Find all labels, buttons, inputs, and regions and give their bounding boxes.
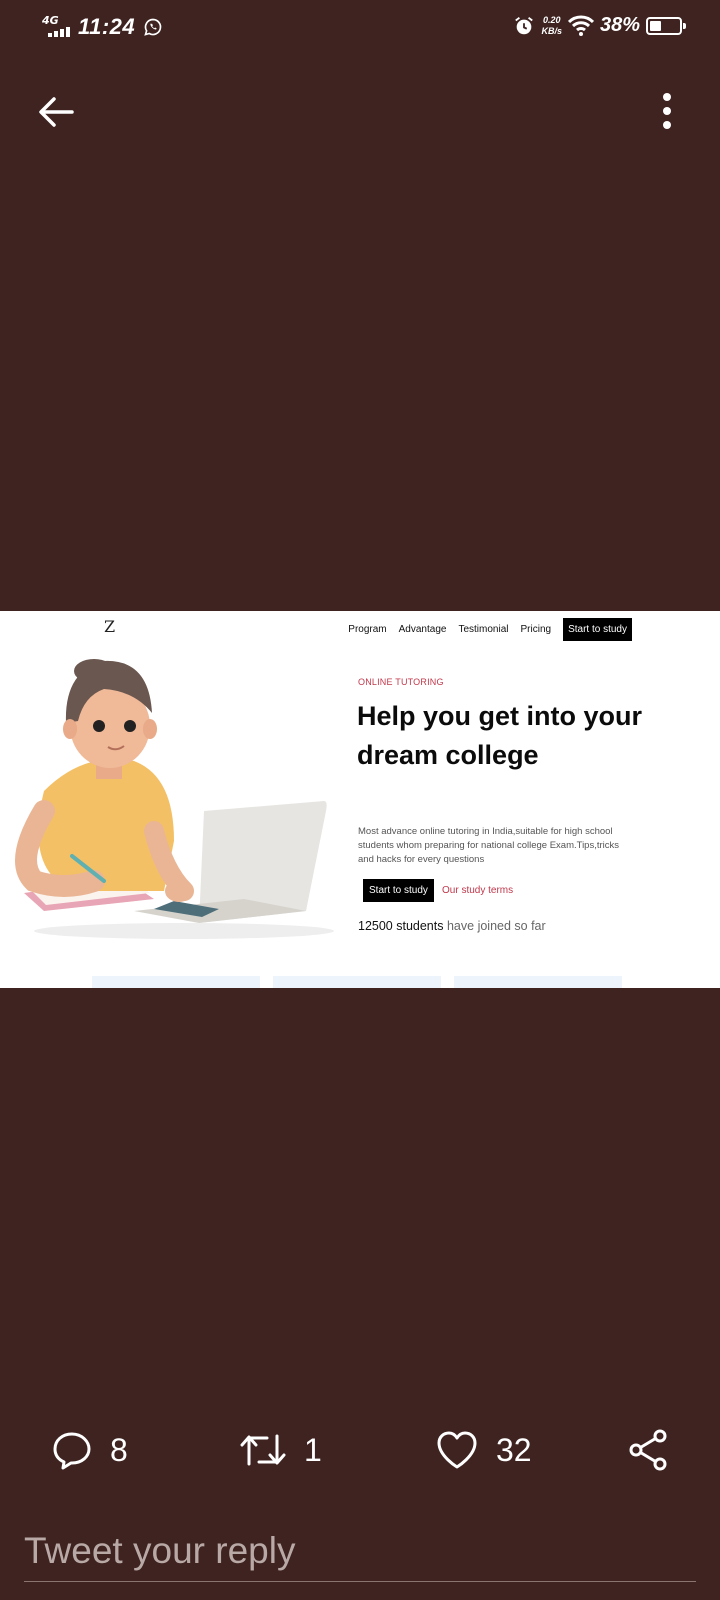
nav-cta-button: Start to study — [563, 618, 632, 641]
reply-count: 8 — [110, 1431, 128, 1468]
network-type: 4G — [42, 14, 59, 27]
nav-item-testimonial: Testimonial — [458, 624, 509, 635]
speed-value: 0.20 — [542, 14, 561, 25]
feature-card — [92, 976, 260, 988]
share-icon — [629, 1429, 667, 1471]
nav-item-program: Program — [348, 624, 387, 635]
status-left: 4G 11:24 — [42, 14, 163, 40]
site-nav: Program Advantage Testimonial Pricing St… — [348, 618, 632, 641]
status-right: 0.20 KB/s 38% — [513, 14, 686, 37]
like-button[interactable]: 32 — [436, 1424, 532, 1476]
vertical-dots-icon[interactable] — [652, 90, 682, 134]
tweet-actions: 8 1 32 — [0, 1424, 720, 1476]
joined-count: 12500 students — [358, 919, 444, 933]
feature-card — [454, 976, 622, 988]
battery-percent: 38% — [599, 14, 640, 36]
share-button[interactable] — [628, 1424, 668, 1476]
retweet-icon — [240, 1434, 286, 1466]
hero-headline: Help you get into your dream college — [357, 701, 643, 770]
battery-icon — [646, 16, 686, 35]
alarm-icon — [515, 16, 534, 34]
comment-icon — [53, 1432, 91, 1470]
reply-input[interactable] — [24, 1520, 696, 1582]
section-tag: ONLINE TUTORING — [358, 677, 444, 687]
heart-icon — [437, 1431, 477, 1469]
retweet-button[interactable]: 1 — [240, 1424, 322, 1476]
speed-unit: KB/s — [541, 25, 562, 36]
site-logo: Z — [104, 617, 116, 636]
tweet-media-image[interactable]: Z Program Advantage Testimonial Pricing … — [0, 611, 720, 988]
arrow-left-icon[interactable] — [36, 92, 76, 132]
joined-text: have joined so far — [446, 919, 546, 933]
status-bar: 4G 11:24 0.20 KB/s 38% — [0, 0, 720, 54]
network-speed: 0.20 KB/s — [541, 15, 562, 37]
like-count: 32 — [496, 1431, 532, 1468]
start-study-button: Start to study — [363, 879, 434, 902]
whatsapp-icon — [144, 18, 162, 36]
clock: 11:24 — [78, 14, 136, 39]
reply-button[interactable]: 8 — [52, 1424, 128, 1476]
study-terms-link: Our study terms — [442, 885, 514, 896]
nav-item-advantage: Advantage — [398, 624, 447, 635]
nav-item-pricing: Pricing — [520, 624, 552, 635]
signal-icon: 4G — [42, 14, 74, 40]
retweet-count: 1 — [304, 1431, 322, 1468]
student-illustration — [15, 659, 334, 939]
wifi-icon — [567, 15, 594, 36]
feature-card — [273, 976, 441, 988]
joined-stat: 12500 students have joined so far — [358, 919, 546, 933]
hero-description: Most advance online tutoring in India,su… — [358, 826, 620, 865]
